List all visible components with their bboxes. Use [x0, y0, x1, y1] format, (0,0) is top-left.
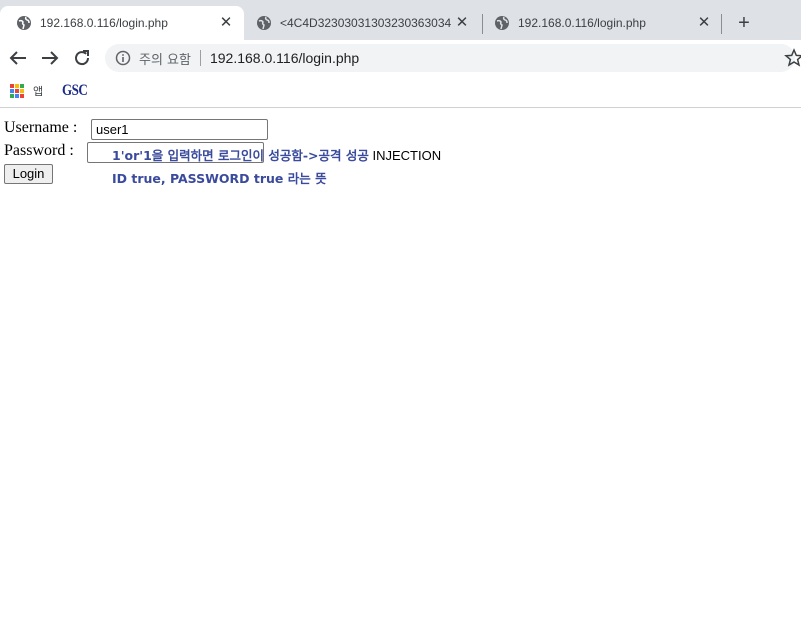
tab-login-1[interactable]: 192.168.0.116/login.php ✕ — [0, 6, 244, 40]
apps-grid-icon — [10, 84, 24, 98]
injection-note-plain: INJECTION — [368, 148, 442, 163]
apps-grid-dot — [20, 89, 24, 93]
apps-bookmark[interactable]: 앱 — [10, 83, 43, 99]
password-label: Password : — [4, 142, 74, 159]
security-warning[interactable]: 주의 요함 — [139, 49, 191, 68]
page-content: Username : user1 Password : Login 1'or'1… — [0, 109, 801, 631]
star-icon[interactable] — [784, 48, 801, 68]
login-button[interactable]: Login — [4, 164, 53, 184]
apps-grid-dot — [10, 84, 14, 88]
apps-grid-dot — [10, 94, 14, 98]
username-label: Username : — [4, 119, 78, 136]
info-icon[interactable] — [115, 50, 131, 66]
new-tab-button[interactable]: + — [733, 12, 755, 34]
tab-hex[interactable]: <4C4D32303031303230363034 ✕ — [240, 6, 480, 40]
gsc-bookmark[interactable]: GSC — [62, 80, 88, 100]
tab-separator — [721, 14, 722, 34]
address-bar[interactable]: 주의 요함 192.168.0.116/login.php — [105, 44, 795, 72]
divider — [199, 50, 201, 66]
apps-grid-dot — [20, 94, 24, 98]
injection-note-bold: 1'or'1을 입력하면 로그인이 성공함->공격 성공 — [112, 148, 369, 163]
reload-icon[interactable] — [70, 46, 94, 70]
globe-icon — [495, 16, 509, 30]
close-icon[interactable]: ✕ — [696, 15, 712, 31]
apps-grid-dot — [15, 84, 19, 88]
apps-grid-dot — [15, 94, 19, 98]
forward-arrow-icon[interactable] — [38, 46, 62, 70]
apps-grid-dot — [20, 84, 24, 88]
browser-toolbar: 주의 요함 192.168.0.116/login.php — [0, 40, 801, 76]
username-input[interactable]: user1 — [91, 119, 268, 140]
bookmarks-bar: 앱 GSC — [0, 76, 801, 108]
tab-title: <4C4D32303031303230363034 — [280, 16, 452, 30]
back-arrow-icon[interactable] — [6, 46, 30, 70]
username-row: Username : — [4, 119, 77, 137]
apps-grid-dot — [15, 89, 19, 93]
close-icon[interactable]: ✕ — [218, 15, 234, 31]
password-row: Password : — [4, 142, 74, 160]
url-text[interactable]: 192.168.0.116/login.php — [210, 50, 359, 66]
apps-label: 앱 — [33, 85, 44, 98]
explanation-note: ID true, PASSWORD true 라는 뜻 — [112, 171, 327, 186]
injection-note: 1'or'1을 입력하면 로그인이 성공함->공격 성공 INJECTION — [112, 145, 441, 164]
tab-title: 192.168.0.116/login.php — [518, 16, 646, 30]
tab-title: 192.168.0.116/login.php — [40, 16, 168, 30]
tab-strip: 192.168.0.116/login.php ✕ <4C4D323030313… — [0, 0, 801, 40]
apps-grid-dot — [10, 89, 14, 93]
tab-login-2[interactable]: 192.168.0.116/login.php ✕ — [478, 6, 722, 40]
close-icon[interactable]: ✕ — [454, 15, 470, 31]
globe-icon — [17, 16, 31, 30]
globe-icon — [257, 16, 271, 30]
